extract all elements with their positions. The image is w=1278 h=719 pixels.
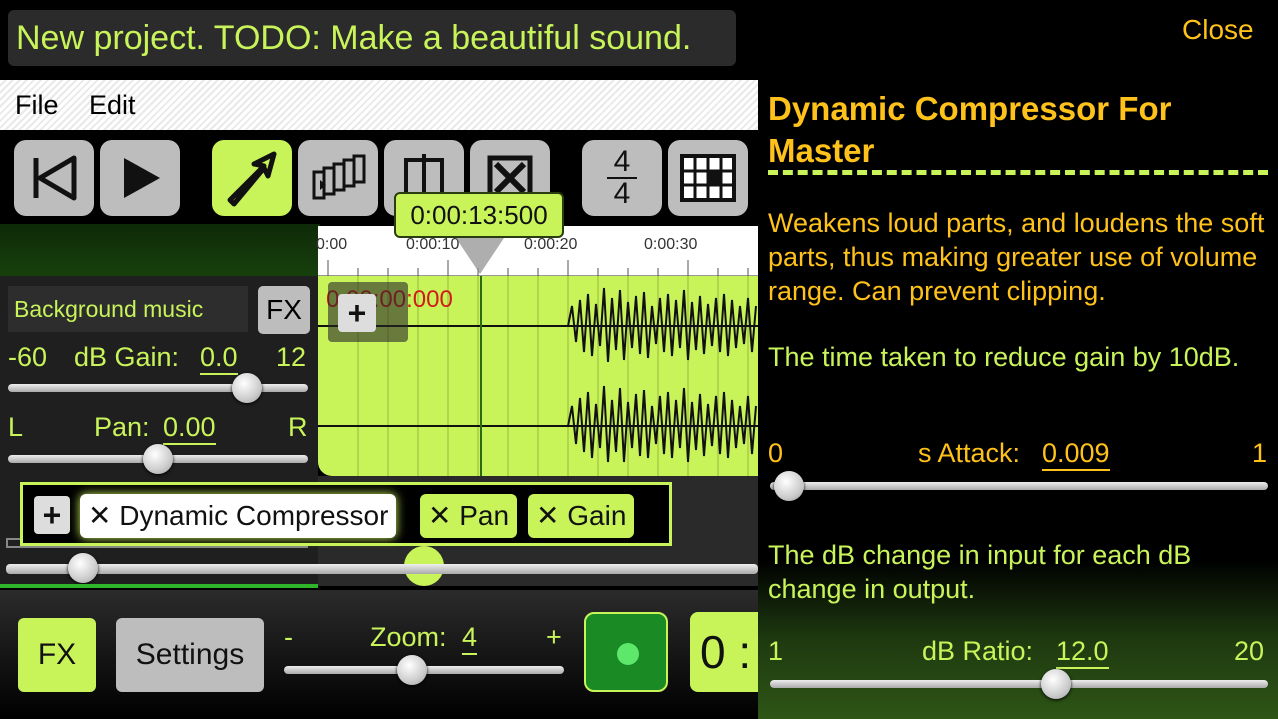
- skip-back-icon: [33, 155, 77, 201]
- pan-left-label: L: [8, 412, 24, 442]
- menu-bar: File Edit: [0, 80, 760, 130]
- tick-label: 0:00: [316, 236, 348, 253]
- rewind-button[interactable]: [14, 140, 94, 216]
- track-divider: [0, 584, 318, 588]
- zoom-out-label[interactable]: -: [284, 622, 293, 653]
- effect-chip-gain[interactable]: ✕ Gain: [528, 494, 635, 538]
- gain-slider[interactable]: [8, 384, 308, 392]
- tick-label: 0:00:20: [524, 236, 578, 253]
- record-dot-icon: [617, 643, 639, 665]
- pan-right-label: R: [288, 412, 308, 442]
- attack-help: The time taken to reduce gain by 10dB.: [768, 342, 1240, 372]
- play-icon: [124, 158, 160, 198]
- zoom-in-label[interactable]: +: [546, 622, 562, 653]
- attack-min-label: 0: [768, 438, 784, 468]
- effect-chip-dynamic-compressor[interactable]: ✕ Dynamic Compressor: [80, 494, 397, 538]
- grid-icon: [680, 154, 736, 202]
- track-name[interactable]: Background music: [8, 286, 248, 332]
- add-effect-button[interactable]: +: [34, 496, 70, 534]
- title-divider: [768, 170, 1268, 175]
- attack-value[interactable]: 0.009: [1042, 438, 1110, 471]
- attack-slider[interactable]: [770, 482, 1268, 490]
- menu-file[interactable]: File: [15, 90, 59, 120]
- film-strip-icon: [312, 154, 366, 200]
- effect-chip-pan[interactable]: ✕ Pan: [420, 494, 518, 538]
- cursor-arrow-icon: [227, 151, 277, 207]
- grid-button[interactable]: [668, 140, 748, 216]
- panel-title: Dynamic Compressor For Master: [768, 90, 1172, 169]
- effect-description: Weakens loud parts, and loudens the soft…: [768, 208, 1265, 306]
- settings-button[interactable]: Settings: [116, 618, 264, 692]
- zoom-label: Zoom:: [370, 622, 447, 652]
- film-tool-button[interactable]: [298, 140, 378, 216]
- zoom-slider-knob[interactable]: [396, 655, 427, 685]
- gain-label: dB Gain:: [74, 342, 180, 372]
- tick-label: 0:00:10: [406, 236, 460, 253]
- menu-edit[interactable]: Edit: [89, 90, 136, 120]
- time-signature-button[interactable]: 4 4: [582, 140, 662, 216]
- gain-value[interactable]: 0.0: [200, 342, 238, 375]
- tick-label: 0:00:30: [644, 236, 698, 253]
- playhead-marker[interactable]: [456, 238, 504, 274]
- master-fx-button[interactable]: FX: [18, 618, 96, 692]
- ratio-slider[interactable]: [770, 680, 1268, 688]
- track-fx-button[interactable]: FX: [258, 286, 310, 334]
- attack-max-label: 1: [1252, 438, 1268, 468]
- pan-value[interactable]: 0.00: [163, 412, 216, 445]
- playhead-time-tooltip: 0:00:13:500: [394, 192, 564, 238]
- time-sig-bottom: 4: [613, 177, 631, 210]
- project-title[interactable]: New project. TODO: Make a beautiful soun…: [8, 10, 736, 66]
- play-button[interactable]: [100, 140, 180, 216]
- attack-slider-knob[interactable]: [774, 471, 805, 501]
- select-tool-button[interactable]: [212, 140, 292, 216]
- attack-label: s Attack:: [918, 438, 1021, 468]
- gain-min-label: -60: [8, 342, 48, 372]
- add-clip-button[interactable]: +: [338, 294, 376, 332]
- ratio-help: The dB change in input for each dB chang…: [768, 540, 1192, 604]
- close-button[interactable]: Close: [1182, 14, 1254, 46]
- zoom-value[interactable]: 4: [462, 622, 478, 655]
- volume-slider[interactable]: [6, 564, 758, 574]
- record-button[interactable]: [584, 612, 668, 692]
- volume-slider-knob[interactable]: [68, 553, 98, 583]
- ratio-value[interactable]: 12.0: [1056, 636, 1109, 669]
- ruler-ticks: [327, 260, 749, 276]
- ratio-min-label: 1: [768, 636, 784, 666]
- track-header-bar: [0, 224, 320, 276]
- gain-max-label: 12: [276, 342, 307, 372]
- ratio-label: dB Ratio:: [922, 636, 1034, 666]
- time-sig-top: 4: [613, 145, 631, 178]
- ratio-max-label: 20: [1234, 636, 1265, 666]
- pan-label: Pan:: [94, 412, 150, 442]
- pan-slider-knob[interactable]: [143, 444, 173, 474]
- gain-slider-knob[interactable]: [232, 373, 263, 403]
